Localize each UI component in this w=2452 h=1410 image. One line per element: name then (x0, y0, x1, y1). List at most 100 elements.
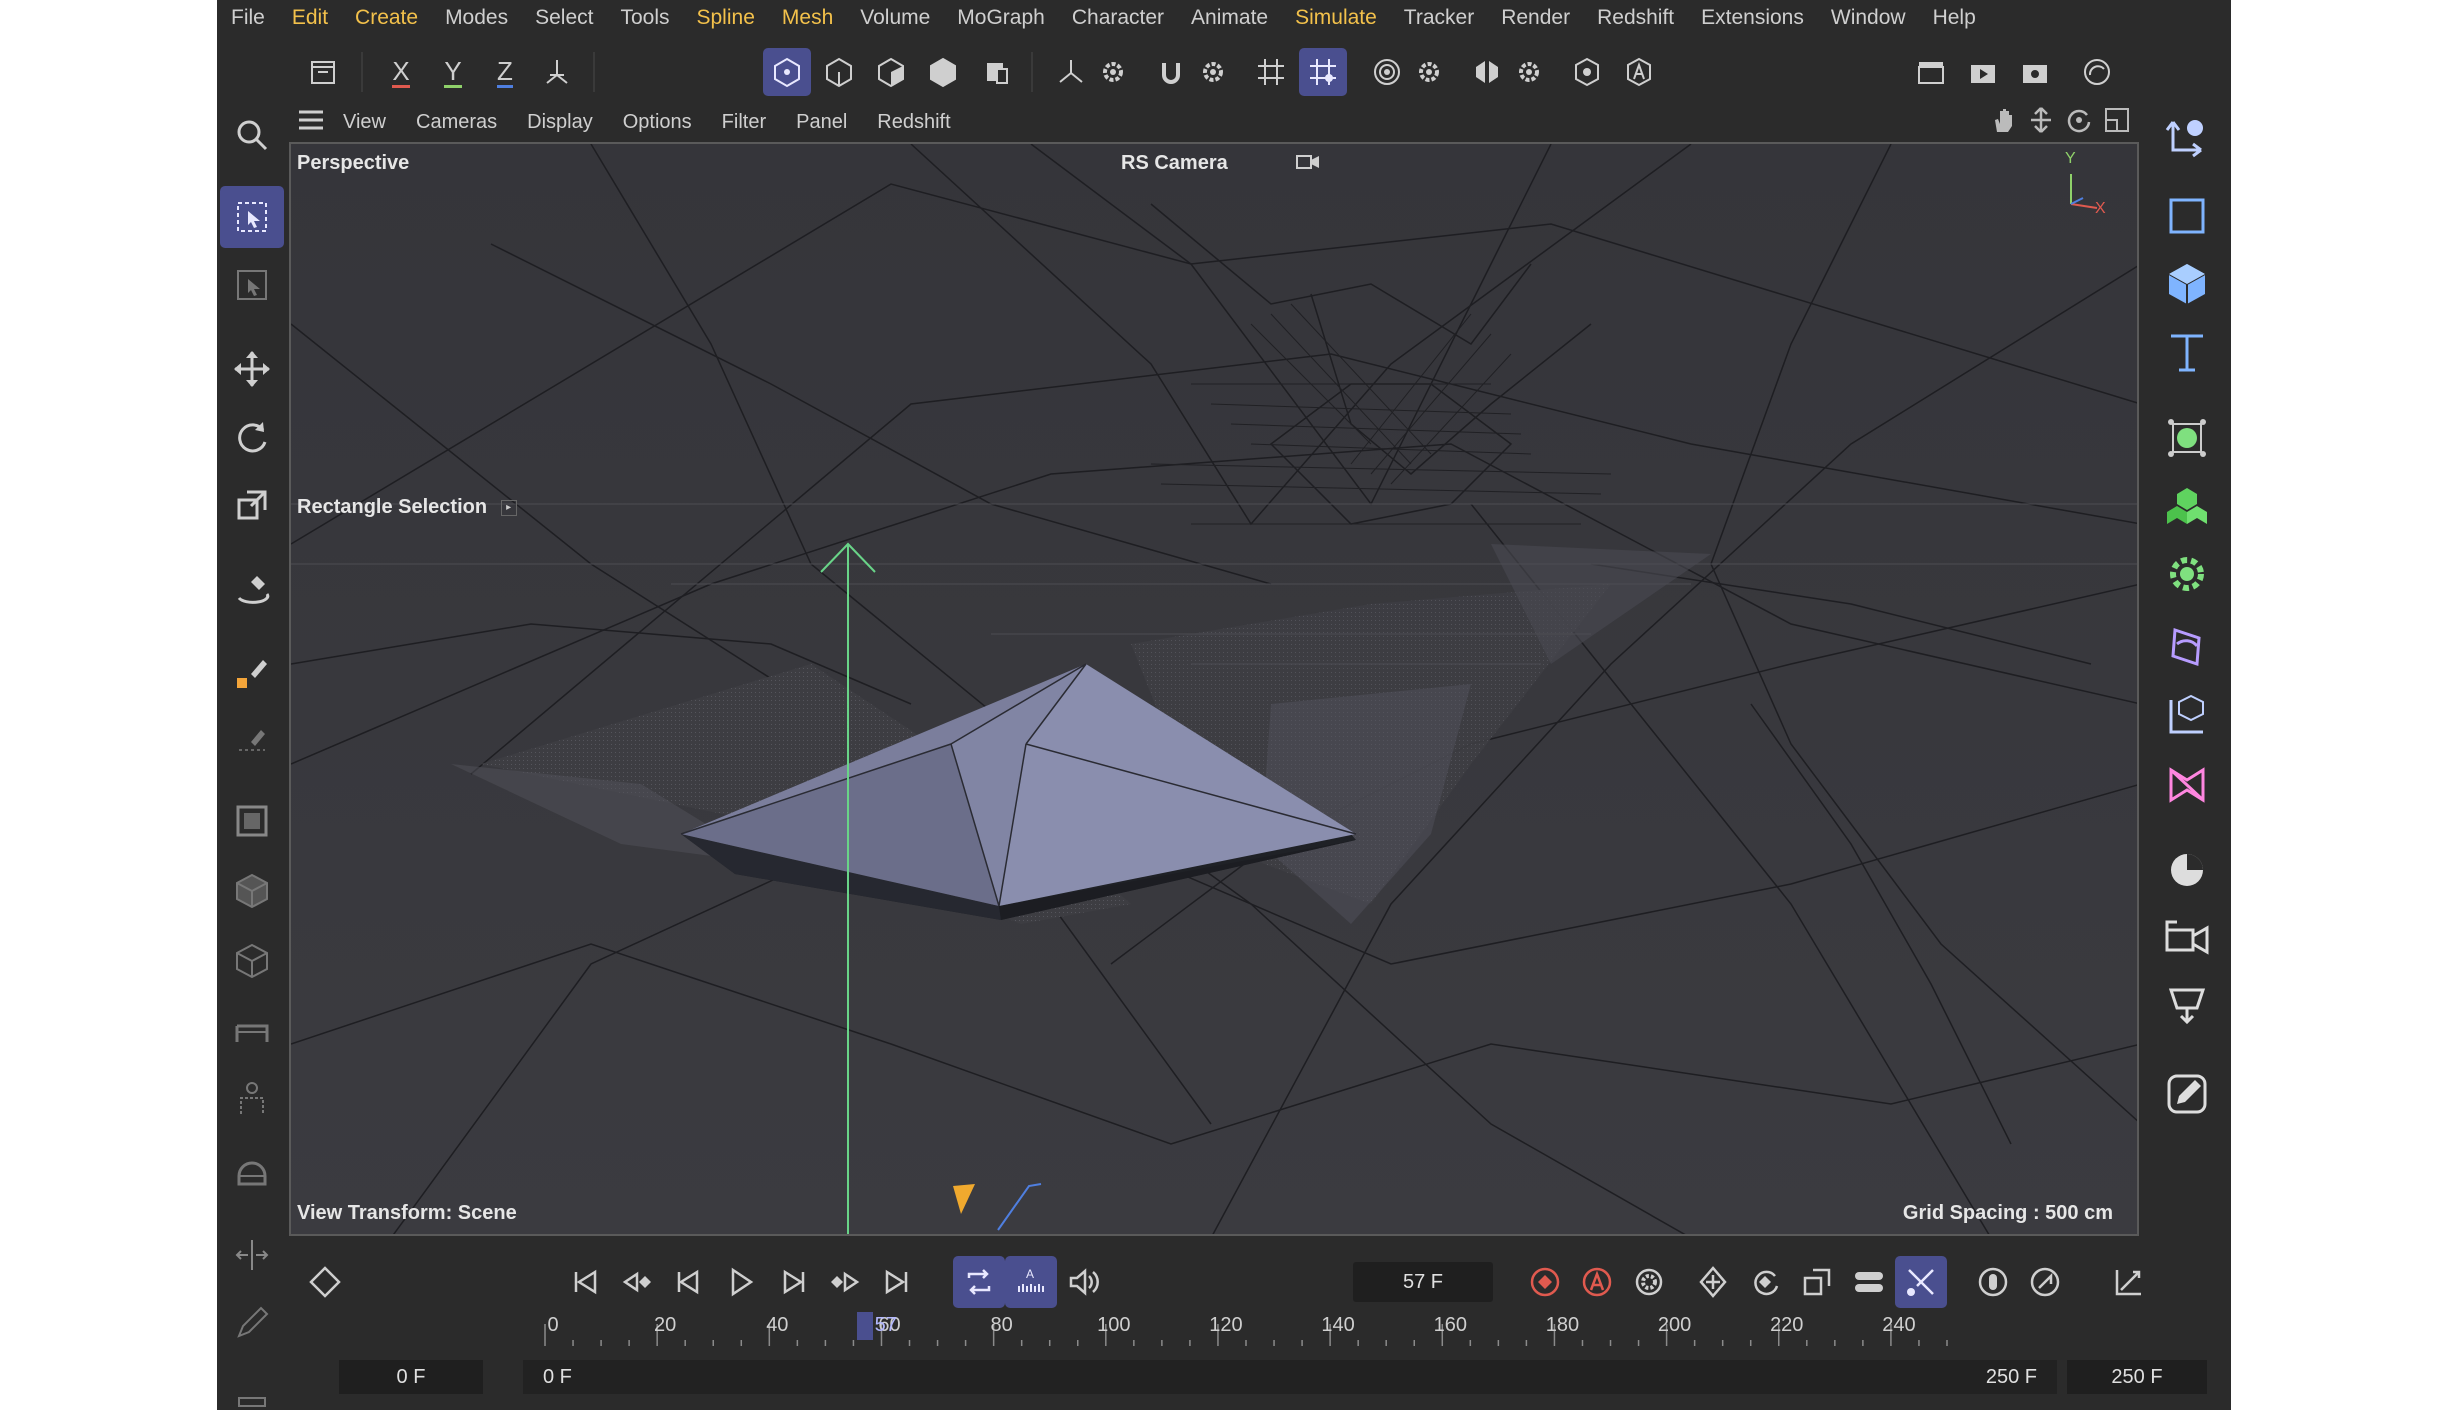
viewport-menu-cameras[interactable]: Cameras (416, 111, 497, 134)
3d-viewport[interactable]: Perspective RS Camera Rectangle Selectio… (289, 142, 2139, 1236)
record-active-objects-button[interactable] (1519, 1256, 1571, 1308)
menu-edit[interactable]: Edit (292, 6, 328, 30)
viewport-menu-display[interactable]: Display (527, 111, 593, 134)
menu-character[interactable]: Character (1072, 6, 1164, 30)
preview-range-slider[interactable]: 0 F 250 F (523, 1360, 2057, 1394)
playback-rate-button[interactable]: A (1005, 1256, 1057, 1308)
mirror-button[interactable] (220, 1224, 284, 1286)
null-object-button[interactable] (2155, 104, 2219, 168)
object-model-button[interactable] (220, 790, 284, 852)
menu-window[interactable]: Window (1831, 6, 1906, 30)
live-selection-button[interactable] (220, 558, 284, 620)
key-point-level-button[interactable] (1895, 1256, 1947, 1308)
brush-tool-button[interactable] (220, 642, 284, 704)
menu-spline[interactable]: Spline (697, 6, 755, 30)
tags-button[interactable] (2155, 1062, 2219, 1126)
menu-tools[interactable]: Tools (620, 6, 669, 30)
menu-select[interactable]: Select (535, 6, 593, 30)
auto-button[interactable] (1615, 48, 1663, 96)
generator-button[interactable] (2155, 684, 2219, 748)
key-settings-button[interactable] (1623, 1256, 1675, 1308)
minimum-frame-field[interactable]: 0 F (339, 1360, 483, 1394)
menu-mograph[interactable]: MoGraph (957, 6, 1045, 30)
keyframe-mode-button[interactable] (299, 1256, 351, 1308)
soft-selection-settings-button[interactable] (1405, 48, 1453, 96)
symmetry-button[interactable] (1463, 48, 1511, 96)
cube-object-button[interactable] (2155, 252, 2219, 316)
polygon-cube-button[interactable] (220, 860, 284, 922)
soft-selection-button[interactable] (1363, 48, 1411, 96)
rectangle-spline-button[interactable] (2155, 184, 2219, 248)
symmetry-settings-button[interactable] (1505, 48, 1553, 96)
autokeying-button[interactable] (1571, 1256, 1623, 1308)
viewport-menu-redshift[interactable]: Redshift (877, 111, 950, 134)
camera-label[interactable]: RS Camera (1121, 152, 1228, 175)
object-mode-button[interactable] (971, 48, 1019, 96)
workplane-snap-button[interactable] (1299, 48, 1347, 96)
key-position-button[interactable] (1687, 1256, 1739, 1308)
polygons-mode-button[interactable] (867, 48, 915, 96)
viewport-menu-filter[interactable]: Filter (722, 111, 766, 134)
tweak-settings-button[interactable] (1189, 48, 1237, 96)
playhead[interactable] (856, 1312, 873, 1340)
motion-clip-button[interactable] (2019, 1256, 2071, 1308)
menu-simulate[interactable]: Simulate (1295, 6, 1377, 30)
field-button[interactable] (2155, 752, 2219, 816)
menu-volume[interactable]: Volume (860, 6, 930, 30)
camera-object-button[interactable] (2155, 906, 2219, 970)
maximum-frame-field[interactable]: 250 F (2067, 1360, 2207, 1394)
pan-hand-icon[interactable] (1989, 106, 2017, 134)
timeline-ruler[interactable]: 0 20 40 60 80 100 120 140 160 180 200 220 240 57 (287, 1312, 2157, 1352)
effector-button[interactable] (2155, 542, 2219, 606)
previous-key-button[interactable] (611, 1256, 663, 1308)
menu-animate[interactable]: Animate (1191, 6, 1268, 30)
environment-button[interactable] (2155, 838, 2219, 902)
render-settings-button[interactable] (1563, 48, 1611, 96)
menu-modes[interactable]: Modes (445, 6, 508, 30)
next-frame-button[interactable] (767, 1256, 819, 1308)
text-spline-button[interactable] (2155, 320, 2219, 384)
edit-selection-button[interactable] (220, 254, 284, 316)
render-view-button[interactable] (1959, 48, 2007, 96)
key-rotation-button[interactable] (1739, 1256, 1791, 1308)
menu-render[interactable]: Render (1501, 6, 1570, 30)
next-key-button[interactable] (819, 1256, 871, 1308)
paint-button[interactable] (220, 1292, 284, 1354)
move-tool-button[interactable] (220, 338, 284, 400)
menu-help[interactable]: Help (1933, 6, 1976, 30)
current-frame-field[interactable]: 57 F (1353, 1262, 1493, 1302)
axis-mode-button[interactable] (1047, 48, 1095, 96)
viewport-menu-button[interactable] (297, 109, 327, 136)
menu-create[interactable]: Create (355, 6, 418, 30)
rotate-tool-button[interactable] (220, 406, 284, 468)
search-button[interactable] (220, 104, 284, 166)
dolly-arrows-icon[interactable] (2027, 106, 2055, 134)
menu-file[interactable]: File (231, 6, 265, 30)
cloner-button[interactable] (2155, 406, 2219, 470)
spline-pen-button[interactable] (220, 710, 284, 772)
lock-y-axis-button[interactable]: Y (429, 48, 477, 96)
deformer-button[interactable] (2155, 616, 2219, 680)
menu-tracker[interactable]: Tracker (1404, 6, 1474, 30)
active-tool-label[interactable]: Rectangle Selection ▸ (297, 496, 517, 519)
undo-history-button[interactable] (299, 48, 347, 96)
axis-settings-button[interactable] (1089, 48, 1137, 96)
menu-redshift[interactable]: Redshift (1597, 6, 1674, 30)
selection-tool-button[interactable] (220, 186, 284, 248)
f-curve-button[interactable] (2103, 1256, 2155, 1308)
sculpt-button[interactable] (220, 1142, 284, 1204)
model-mode-button[interactable] (919, 48, 967, 96)
play-button[interactable] (715, 1256, 767, 1308)
orbit-icon[interactable] (2065, 106, 2093, 134)
menu-mesh[interactable]: Mesh (782, 6, 833, 30)
menu-extensions[interactable]: Extensions (1701, 6, 1804, 30)
coordinate-system-button[interactable] (533, 48, 581, 96)
viewport-menu-panel[interactable]: Panel (796, 111, 847, 134)
sound-button[interactable] (1057, 1256, 1109, 1308)
edges-mode-button[interactable] (815, 48, 863, 96)
floor-button[interactable] (220, 1000, 284, 1062)
redshift-ipr-button[interactable] (2073, 48, 2121, 96)
render-region-button[interactable] (1907, 48, 1955, 96)
key-scale-button[interactable] (1791, 1256, 1843, 1308)
light-object-button[interactable] (2155, 974, 2219, 1038)
